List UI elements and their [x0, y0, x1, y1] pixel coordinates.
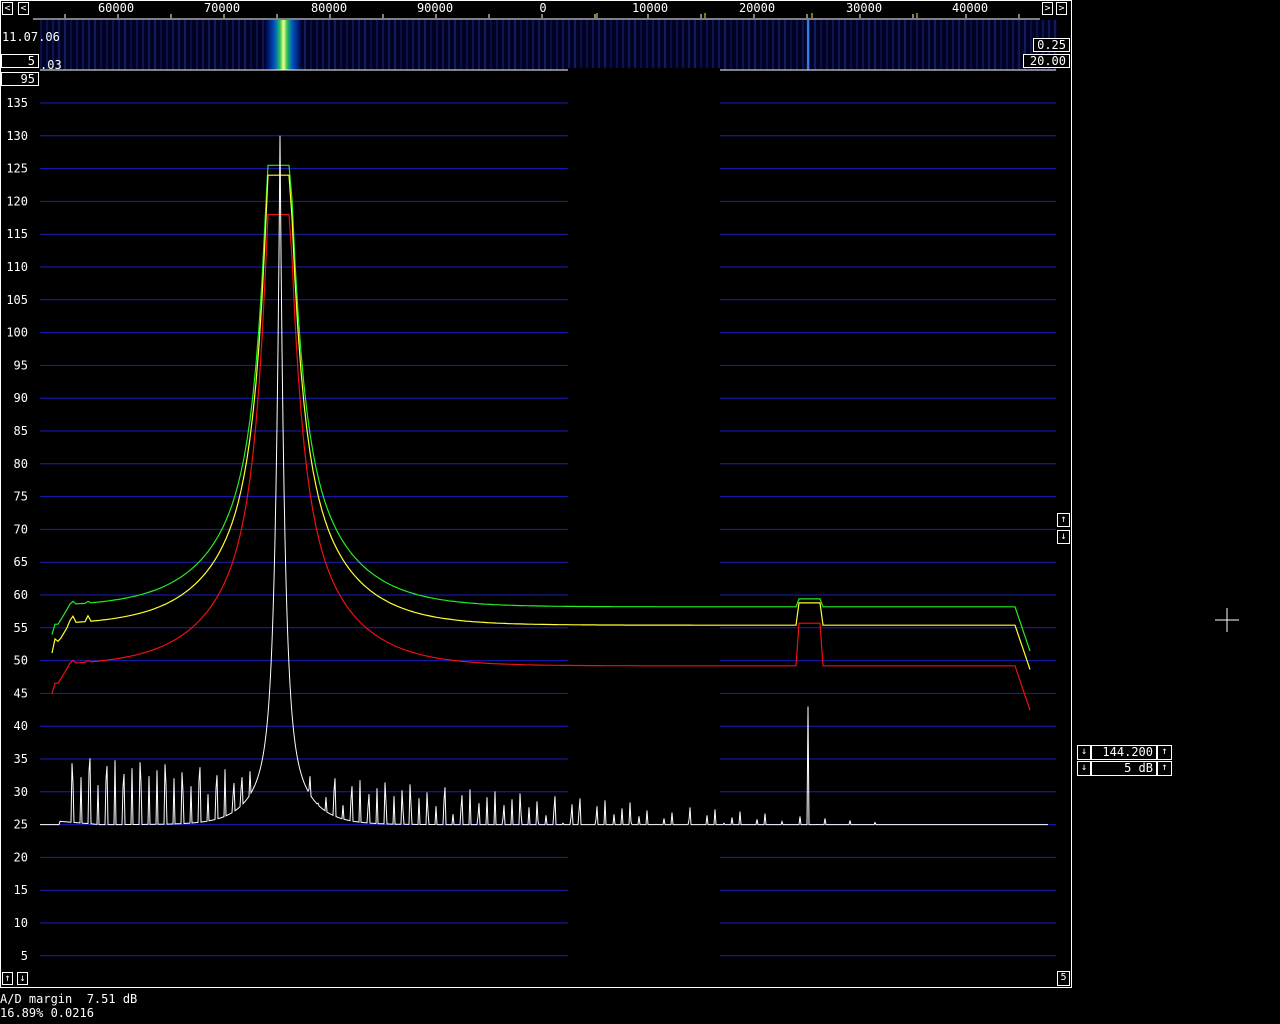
level-down-button[interactable]: ↓ [1057, 530, 1070, 544]
db-up-button[interactable]: ↑ [1157, 761, 1172, 776]
bottom-down-button[interactable]: ↓ [17, 972, 28, 985]
y-axis-label: 45 [14, 686, 28, 700]
y-axis-label: 70 [14, 522, 28, 536]
y-axis-label: 110 [6, 260, 28, 274]
y-axis-label: 65 [14, 555, 28, 569]
y-axis-label: 40 [14, 719, 28, 733]
ad-margin-status: A/D margin 7.51 dB [0, 992, 138, 1006]
spectrum-graph: 1351301251201151101051009590858075706560… [6, 69, 1056, 963]
freq-up-button[interactable]: ↑ [1157, 745, 1172, 760]
y-axis-label: 35 [14, 752, 28, 766]
y-axis-label: 75 [14, 490, 28, 504]
bottom-up-button[interactable]: ↑ [2, 972, 13, 985]
y-axis-label: 95 [14, 358, 28, 372]
trace-red [51, 213, 1031, 711]
scale-value-button[interactable]: 5 [1057, 971, 1070, 986]
y-axis-label: 115 [6, 227, 28, 241]
y-axis-label: 5 [21, 949, 28, 963]
y-axis-label: 15 [14, 883, 28, 897]
cpu-load-status: 16.89% 0.0216 [0, 1006, 94, 1020]
crosshair-icon [1215, 608, 1239, 632]
y-axis-label: 55 [14, 621, 28, 635]
y-axis-label: 85 [14, 424, 28, 438]
y-axis-label: 135 [6, 96, 28, 110]
db-down-button[interactable]: ↓ [1077, 761, 1091, 776]
y-axis-label: 125 [6, 162, 28, 176]
y-axis-label: 130 [6, 129, 28, 143]
trace-green [51, 164, 1031, 652]
y-axis-label: 20 [14, 850, 28, 864]
trace-white [40, 135, 1048, 826]
db-per-div-field[interactable]: 5 dB [1091, 761, 1157, 776]
y-axis-label: 105 [6, 293, 28, 307]
y-axis-label: 80 [14, 457, 28, 471]
freq-down-button[interactable]: ↓ [1077, 745, 1091, 760]
level-up-button[interactable]: ↑ [1057, 513, 1070, 527]
y-axis-label: 30 [14, 785, 28, 799]
y-axis-label: 100 [6, 326, 28, 340]
y-axis-label: 50 [14, 654, 28, 668]
y-axis-label: 90 [14, 391, 28, 405]
y-axis-label: 60 [14, 588, 28, 602]
y-axis-label: 120 [6, 194, 28, 208]
y-axis-label: 25 [14, 818, 28, 832]
y-axis-label: 10 [14, 916, 28, 930]
frequency-field[interactable]: 144.200 [1091, 745, 1157, 760]
